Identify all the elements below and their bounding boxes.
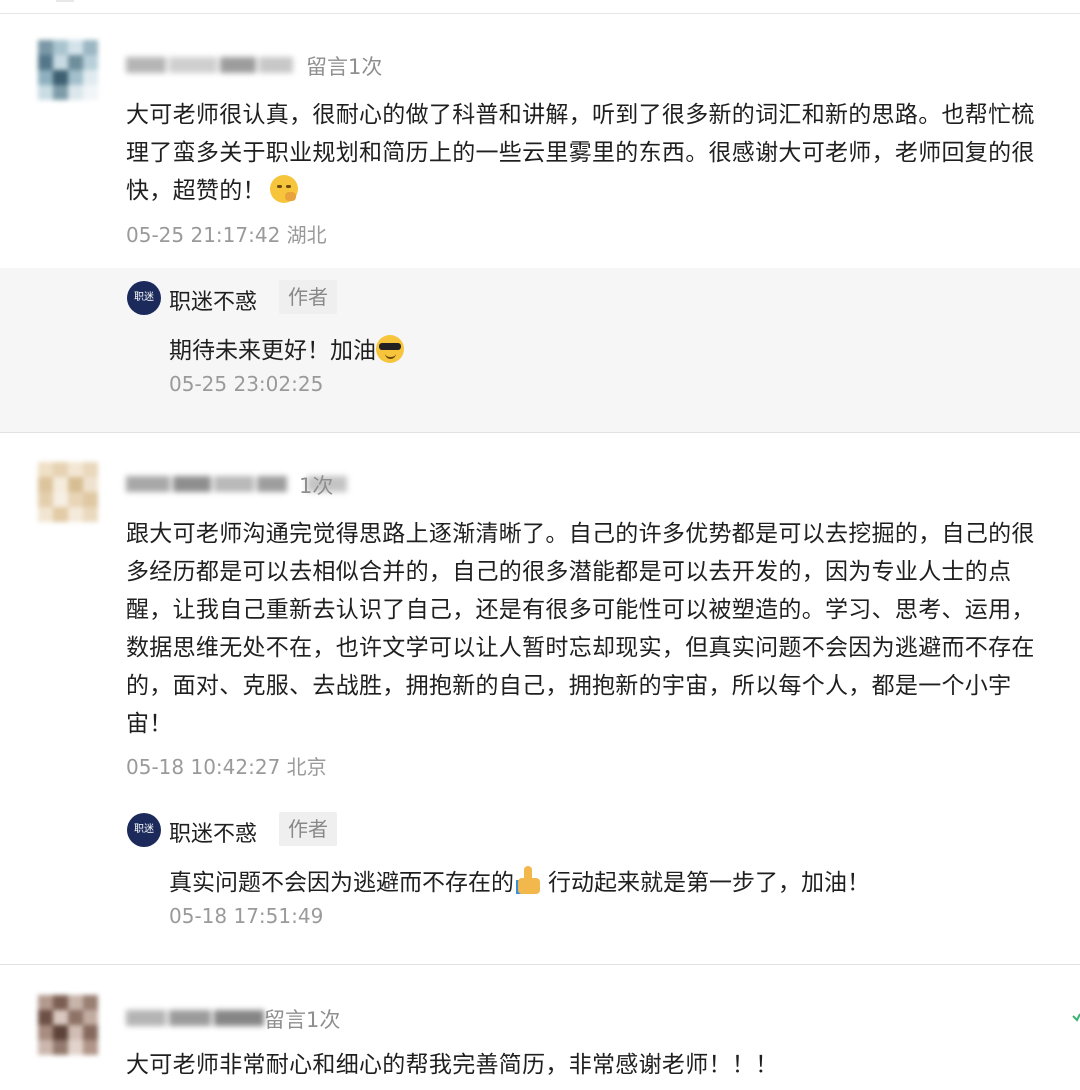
comment-text: 跟大可老师沟通完觉得思路上逐渐清晰了。自己的许多优势都是可以去挖掘的，自己的很多… (126, 521, 1035, 737)
author-badge: 作者 (279, 280, 337, 314)
comment-count-label: 1次 (299, 474, 334, 498)
reply-text-part-2: 行动起来就是第一步了，加油！ (548, 870, 870, 896)
commenter-name-blurred[interactable] (126, 1007, 267, 1027)
comment-timestamp: 05-18 10:42:27 北京 (126, 755, 327, 779)
author-reply (0, 268, 1080, 432)
comment-text: 大可老师很认真，很耐心的做了科普和讲解，听到了很多新的词汇和新的思路。也帮忙梳理… (126, 96, 1036, 210)
commenter-name-blurred[interactable] (126, 54, 296, 74)
reply-text-content: 期待未来更好！加油 (169, 338, 376, 364)
reply-timestamp: 05-18 17:51:49 (169, 904, 324, 928)
thumbs-up-emoji (516, 865, 542, 896)
checkmark-icon (1072, 1013, 1080, 1022)
comment-divider (0, 432, 1080, 433)
reply-text-part-1: 真实问题不会因为逃避而不存在的 (169, 870, 514, 896)
top-divider (0, 13, 1080, 14)
comment-text-content: 大可老师很认真，很耐心的做了科普和讲解，听到了很多新的词汇和新的思路。也帮忙梳理… (126, 102, 1035, 204)
comment-count-label: 留言1次 (306, 55, 383, 79)
author-avatar[interactable]: 职迷 (127, 281, 161, 315)
comment-count-label: 留言1次 (264, 1008, 341, 1032)
author-badge: 作者 (279, 812, 337, 846)
author-avatar[interactable]: 职迷 (127, 813, 161, 847)
reply-text: 期待未来更好！加油 (169, 331, 404, 366)
reply-timestamp: 05-25 23:02:25 (169, 372, 324, 396)
shushing-face-emoji (269, 174, 298, 203)
top-divider-fragment (56, 0, 74, 2)
commenter-avatar-blurred[interactable] (38, 40, 98, 100)
comment-timestamp: 05-25 21:17:42 湖北 (126, 223, 327, 247)
commenter-avatar-blurred[interactable] (38, 995, 98, 1055)
author-name[interactable]: 职迷不惑 (169, 816, 257, 848)
comment-text: 大可老师非常耐心和细心的帮我完善简历，非常感谢老师！！！ (126, 1052, 779, 1078)
author-name[interactable]: 职迷不惑 (169, 284, 257, 316)
comment-divider (0, 964, 1080, 965)
commenter-avatar-blurred[interactable] (38, 462, 98, 522)
sunglasses-face-emoji (376, 334, 404, 363)
reply-text: 真实问题不会因为逃避而不存在的 行动起来就是第一步了，加油！ (169, 863, 870, 899)
